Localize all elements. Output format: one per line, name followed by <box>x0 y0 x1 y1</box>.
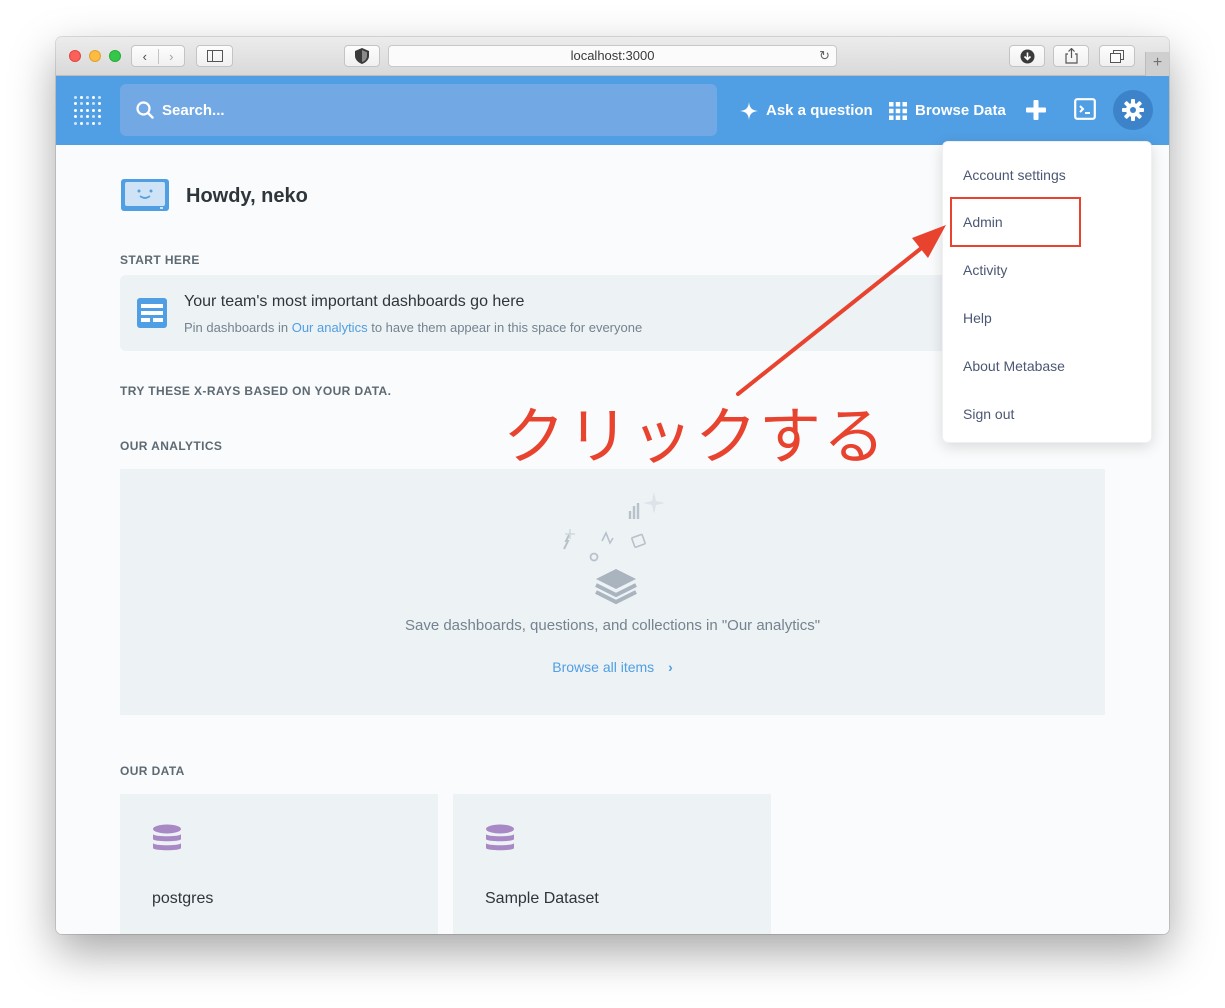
settings-menu-button[interactable] <box>1113 90 1153 130</box>
start-here-card: Your team's most important dashboards go… <box>120 275 950 351</box>
card-desc-prefix: Pin dashboards in <box>184 320 289 335</box>
browse-all-items-label: Browse all items <box>552 659 655 675</box>
database-name: Sample Dataset <box>485 890 599 907</box>
close-window-button[interactable] <box>69 50 81 62</box>
back-forward-buttons: ‹ › <box>131 45 185 67</box>
menu-item-help[interactable]: Help <box>963 310 992 326</box>
downloads-button[interactable] <box>1009 45 1045 67</box>
card-desc-suffix: to have them appear in this space for ev… <box>371 320 643 335</box>
address-text: localhost:3000 <box>570 48 655 63</box>
database-icon <box>153 824 181 851</box>
start-here-card-description: Pin dashboards in Our analytics to have … <box>184 320 642 335</box>
start-here-heading: START HERE <box>120 253 200 267</box>
annotation-click-label: クリックする <box>503 400 888 473</box>
our-analytics-empty-state: Save dashboards, questions, and collecti… <box>120 469 1105 715</box>
share-icon <box>1064 48 1078 64</box>
minimize-window-button[interactable] <box>89 50 101 62</box>
xrays-heading: TRY THESE X-RAYS BASED ON YOUR DATA. <box>120 384 392 398</box>
database-card[interactable]: Sample Dataset <box>453 794 771 934</box>
database-name: postgres <box>152 890 214 907</box>
browser-window: ‹ › localhost:3000 ↻ + Search... Ask a q… <box>56 37 1169 934</box>
browse-data-label: Browse Data <box>915 102 1006 119</box>
privacy-report-button[interactable] <box>344 45 380 67</box>
share-button[interactable] <box>1053 45 1089 67</box>
gear-icon <box>1122 99 1144 121</box>
menu-item-sign-out[interactable]: Sign out <box>963 406 1014 422</box>
grid-icon <box>889 101 907 120</box>
menu-item-account-settings[interactable]: Account settings <box>963 167 1066 183</box>
greeting-heading: Howdy, neko <box>186 185 308 207</box>
sparkle-icon <box>740 101 758 120</box>
empty-collection-illustration-icon <box>563 492 665 605</box>
search-icon <box>136 101 154 119</box>
database-icon <box>486 824 514 851</box>
reload-icon[interactable]: ↻ <box>819 46 830 66</box>
browse-data-button[interactable]: Browse Data <box>889 76 1006 145</box>
our-analytics-heading: OUR ANALYTICS <box>120 439 223 453</box>
search-input[interactable]: Search... <box>120 84 717 136</box>
search-placeholder: Search... <box>162 101 225 119</box>
admin-highlight-box <box>950 197 1081 247</box>
chevron-right-icon: › <box>668 659 673 675</box>
our-data-heading: OUR DATA <box>120 764 185 778</box>
ask-question-button[interactable]: Ask a question <box>740 76 873 145</box>
sidebar-icon <box>206 50 223 62</box>
zoom-window-button[interactable] <box>109 50 121 62</box>
show-tabs-button[interactable] <box>1099 45 1135 67</box>
menu-item-activity[interactable]: Activity <box>963 262 1007 278</box>
start-here-card-title: Your team's most important dashboards go… <box>184 293 525 310</box>
our-analytics-link[interactable]: Our analytics <box>292 320 368 335</box>
forward-icon[interactable]: › <box>157 48 185 64</box>
new-tab-button[interactable]: + <box>1145 52 1169 76</box>
greeting-robot-icon <box>121 179 169 211</box>
settings-dropdown-menu: Account settings Admin Activity Help Abo… <box>942 141 1152 443</box>
metabase-logo-icon[interactable] <box>74 96 102 126</box>
shield-icon <box>355 48 369 64</box>
empty-state-message: Save dashboards, questions, and collecti… <box>404 617 821 634</box>
download-icon <box>1020 49 1034 63</box>
browse-all-items-link[interactable]: Browse all items › <box>120 659 1105 675</box>
sql-editor-icon[interactable] <box>1074 98 1096 120</box>
app-navbar: Search... Ask a question Browse Data <box>56 76 1169 145</box>
menu-item-about-metabase[interactable]: About Metabase <box>963 358 1065 374</box>
database-card[interactable]: postgres <box>120 794 438 934</box>
sidebar-toggle-button[interactable] <box>196 45 233 67</box>
tabs-overview-icon <box>1110 49 1124 63</box>
plus-icon[interactable] <box>1024 98 1048 122</box>
back-icon[interactable]: ‹ <box>132 49 158 64</box>
browser-toolbar: ‹ › localhost:3000 ↻ + <box>56 37 1169 76</box>
ask-question-label: Ask a question <box>766 102 873 119</box>
address-bar[interactable]: localhost:3000 ↻ <box>388 45 837 67</box>
dashboard-icon <box>137 298 167 328</box>
